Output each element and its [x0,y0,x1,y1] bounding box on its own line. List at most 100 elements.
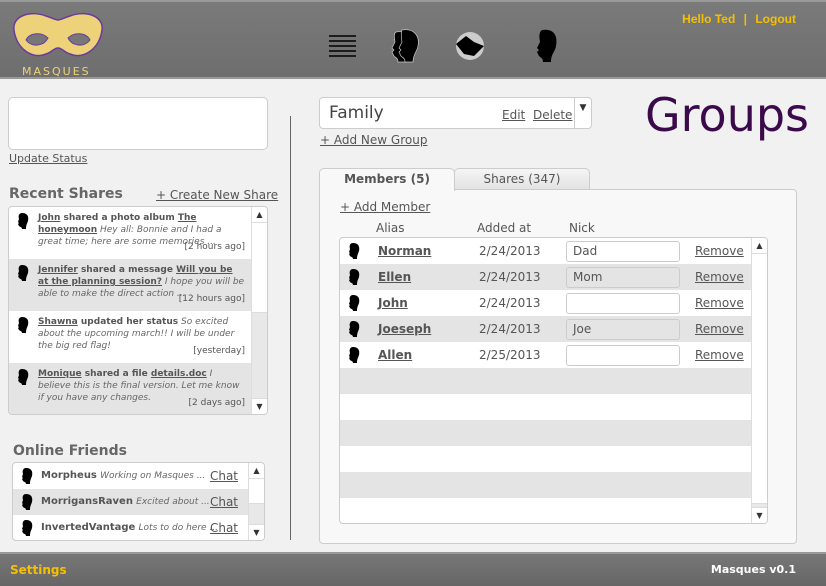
friend-name[interactable]: InvertedVantage [41,522,135,533]
scroll-down-icon[interactable]: ▼ [249,524,264,540]
chevron-down-icon[interactable]: ▼ [574,98,591,128]
online-friends-title: Online Friends [13,443,127,459]
delete-group-link[interactable]: Delete [533,108,572,122]
scroll-down-icon[interactable]: ▼ [252,398,267,414]
empty-row [340,498,751,523]
friend-name[interactable]: MorrigansRaven [41,496,133,507]
member-row: Ellen 2/24/2013 Mom Remove [340,264,751,290]
create-share-link[interactable]: + Create New Share [156,188,278,202]
add-member-link[interactable]: + Add Member [340,200,430,214]
scroll-down-icon[interactable]: ▼ [752,507,767,523]
user-silhouette-icon [22,494,33,510]
share-object-link[interactable]: details.doc [151,369,207,379]
user-silhouette-icon [22,468,33,484]
member-added-date: 2/24/2013 [479,244,541,258]
chat-link[interactable]: Chat [210,463,238,489]
friend-item: MorrigansRaven Excited about ... Chat [13,489,264,515]
groups-icon[interactable] [386,28,422,64]
group-select[interactable]: Family Edit Delete ▼ [319,97,592,129]
share-item: Shawna updated her status So excited abo… [9,311,267,363]
settings-link[interactable]: Settings [10,563,67,577]
nick-input[interactable]: Dad [566,241,680,262]
share-user-link[interactable]: Monique [38,369,82,379]
user-silhouette-icon [18,317,29,333]
user-silhouette-icon [349,347,360,363]
share-item: John shared a photo album The honeymoon … [9,207,267,259]
group-name: Family [329,103,384,123]
remove-member-link[interactable]: Remove [695,316,744,342]
header: MASQUES Hello Ted | Logout [0,0,826,79]
remove-member-link[interactable]: Remove [695,342,744,368]
chat-link[interactable]: Chat [210,515,238,540]
logo-text: MASQUES [22,65,91,78]
share-item: Monique shared a file details.doc I beli… [9,363,267,414]
profile-icon[interactable] [528,28,564,64]
user-bar: Hello Ted | Logout [682,12,796,26]
empty-row [340,472,751,498]
user-silhouette-icon [22,520,33,536]
member-alias-link[interactable]: Norman [378,238,431,264]
member-added-date: 2/25/2013 [479,348,541,362]
status-input[interactable] [8,97,268,150]
member-row: Norman 2/24/2013 Dad Remove [340,238,751,264]
friend-name[interactable]: Morpheus [41,470,97,481]
nick-input[interactable] [566,345,680,366]
user-silhouette-icon [349,321,360,337]
friend-status: Excited about ... [136,497,210,507]
friend-item: Morpheus Working on Masques ... Chat [13,463,264,489]
tab-members[interactable]: Members (5) [319,168,455,191]
add-group-link[interactable]: + Add New Group [320,133,427,147]
nick-input[interactable]: Mom [566,267,680,288]
scroll-up-icon[interactable]: ▲ [249,463,264,479]
member-alias-link[interactable]: Allen [378,342,412,368]
share-action: updated her status [77,317,179,327]
user-silhouette-icon [349,269,360,285]
recent-shares-title: Recent Shares [9,186,123,202]
share-action: shared a photo album [60,213,178,223]
page-title: Groups [645,88,810,142]
empty-row [340,420,751,446]
version-label: Masques v0.1 [710,563,796,576]
user-silhouette-icon [18,213,29,229]
member-alias-link[interactable]: Ellen [378,264,411,290]
column-nick: Nick [569,221,595,235]
nick-input[interactable] [566,293,680,314]
nick-input[interactable]: Joe [566,319,680,340]
greeting[interactable]: Hello Ted [682,12,735,26]
list-icon[interactable] [324,28,360,64]
remove-member-link[interactable]: Remove [695,290,744,316]
member-row: Allen 2/25/2013 Remove [340,342,751,368]
member-alias-link[interactable]: Joeseph [378,316,431,342]
share-user-link[interactable]: John [38,213,60,223]
scroll-up-icon[interactable]: ▲ [752,238,767,254]
share-time: [12 hours ago] [178,294,245,304]
column-added: Added at [477,221,532,235]
online-friends-list: Morpheus Working on Masques ... Chat Morri… [12,462,265,541]
member-alias-link[interactable]: John [378,290,408,316]
user-silhouette-icon [349,295,360,311]
friend-item: InvertedVantage Lots to do here ... Chat [13,515,264,540]
scrollbar[interactable]: ▲ ▼ [751,238,767,523]
empty-row [340,446,751,472]
separator: | [743,12,747,26]
share-user-link[interactable]: Shawna [38,317,78,327]
scrollbar[interactable]: ▲ ▼ [251,207,267,414]
share-user-link[interactable]: Jennifer [38,265,78,275]
tab-shares[interactable]: Shares (347) [454,168,590,190]
friend-status: Lots to do here ... [138,523,219,533]
remove-member-link[interactable]: Remove [695,238,744,264]
edit-group-link[interactable]: Edit [502,108,525,122]
empty-row [340,394,751,420]
handshake-icon[interactable] [452,28,488,64]
scroll-up-icon[interactable]: ▲ [252,207,267,223]
recent-shares-list: John shared a photo album The honeymoon … [8,206,268,415]
user-silhouette-icon [18,369,29,385]
scrollbar[interactable]: ▲ ▼ [248,463,264,540]
update-status-link[interactable]: Update Status [9,152,87,165]
member-row: Joeseph 2/24/2013 Joe Remove [340,316,751,342]
remove-member-link[interactable]: Remove [695,264,744,290]
chat-link[interactable]: Chat [210,489,238,515]
user-silhouette-icon [18,265,29,281]
logout-link[interactable]: Logout [755,12,796,26]
friend-status: Working on Masques ... [100,471,206,481]
